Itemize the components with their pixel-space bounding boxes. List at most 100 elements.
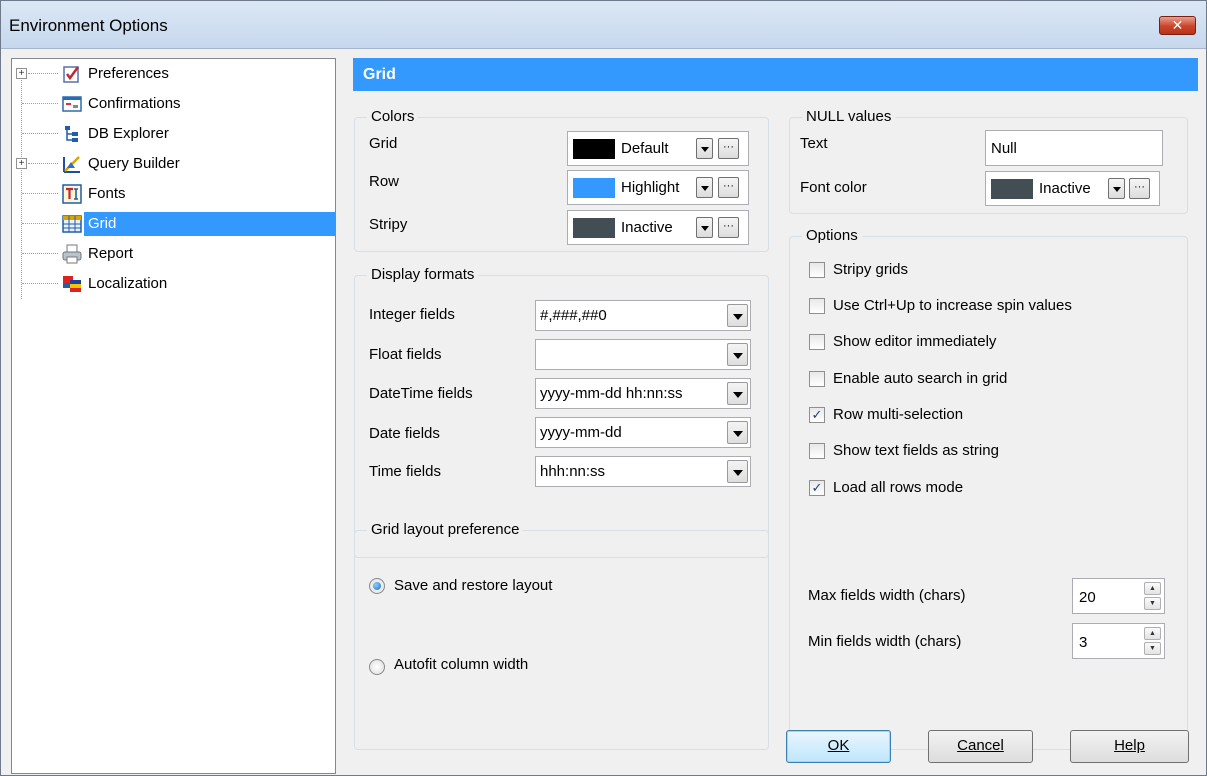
stripy-color-combo[interactable]: Inactive ··· [567,210,749,245]
null-values-group: NULL values Text Null Font color Inactiv… [789,108,1188,214]
tree-item-label: Query Builder [88,155,180,172]
date-fields-combo[interactable]: yyyy-mm-dd [535,417,751,448]
checkbox-label[interactable]: Load all rows mode [833,479,963,496]
tree-branch-line [22,223,58,224]
dropdown-button[interactable] [727,343,748,366]
row-color-combo[interactable]: Highlight ··· [567,170,749,205]
options-tree[interactable]: + Preferences Confirmations DB Explorer … [11,58,336,774]
spin-value: 20 [1079,589,1096,606]
dropdown-button[interactable] [696,177,713,198]
close-button[interactable]: ✕ [1159,16,1196,35]
stripy-grids-checkbox[interactable] [809,262,825,278]
spin-down-button[interactable]: ▼ [1144,597,1161,610]
integer-fields-combo[interactable]: #,###,##0 [535,300,751,331]
combo-value: hhh:nn:ss [540,463,606,480]
ellipsis-button[interactable]: ··· [1129,178,1150,199]
title-bar: Environment Options ✕ [1,1,1206,49]
cancel-button-label: Cancel [957,737,1004,754]
autofit-column-width-radio[interactable] [369,659,385,675]
dropdown-button[interactable] [727,382,748,405]
checkbox-label[interactable]: Use Ctrl+Up to increase spin values [833,297,1072,314]
row-color-label: Row [369,173,400,190]
help-button-label: Help [1114,737,1145,754]
save-restore-layout-radio[interactable] [369,578,385,594]
dropdown-button[interactable] [727,460,748,483]
tree-item-localization[interactable]: Localization [12,269,335,299]
autofit-column-width-label[interactable]: Autofit column width [394,656,528,673]
tree-item-label: Localization [88,275,168,292]
grid-layout-group: Grid layout preference Save and restore … [354,521,769,750]
dropdown-button[interactable] [727,421,748,444]
tree-item-report[interactable]: Report [12,239,335,269]
spin-value: 3 [1079,634,1088,651]
font-color-label: Font color [800,179,867,196]
expand-icon[interactable]: + [16,68,27,79]
row-multi-selection-checkbox[interactable]: ✓ [809,407,825,423]
spin-up-button[interactable]: ▲ [1144,582,1161,595]
ellipsis-button[interactable]: ··· [718,138,739,159]
display-formats-group: Display formats Integer fields #,###,##0… [354,266,769,558]
time-fields-combo[interactable]: hhh:nn:ss [535,456,751,487]
color-swatch [573,178,615,198]
tree-item-preferences[interactable]: + Preferences [12,59,335,89]
ok-button-label: OK [827,737,850,754]
cancel-button[interactable]: Cancel [928,730,1033,763]
null-text-field[interactable]: Null [985,130,1163,166]
dropdown-button[interactable] [1108,178,1125,199]
datetime-fields-combo[interactable]: yyyy-mm-dd hh:nn:ss [535,378,751,409]
spin-down-button[interactable]: ▼ [1144,642,1161,655]
text-fields-as-string-checkbox[interactable] [809,443,825,459]
tree-item-confirmations[interactable]: Confirmations [12,89,335,119]
load-all-rows-checkbox[interactable]: ✓ [809,480,825,496]
float-fields-combo[interactable] [535,339,751,370]
dropdown-button[interactable] [696,217,713,238]
tree-branch-line [28,163,58,164]
min-fields-width-spin[interactable]: 3 ▲ ▼ [1072,623,1165,659]
checkbox-label[interactable]: Row multi-selection [833,406,963,423]
save-restore-layout-label[interactable]: Save and restore layout [394,577,552,594]
tree-item-fonts[interactable]: Fonts [12,179,335,209]
ctrl-up-spin-checkbox[interactable] [809,298,825,314]
checkbox-label[interactable]: Stripy grids [833,261,908,278]
null-font-color-combo[interactable]: Inactive ··· [985,171,1160,206]
grid-icon [62,215,82,233]
dropdown-button[interactable] [696,138,713,159]
help-button[interactable]: Help [1070,730,1189,763]
display-formats-group-title: Display formats [367,266,479,283]
report-icon [62,244,82,264]
tree-item-label: Preferences [88,65,169,82]
spin-up-button[interactable]: ▲ [1144,627,1161,640]
expand-icon[interactable]: + [16,158,27,169]
checkbox-label[interactable]: Show text fields as string [833,442,999,459]
tree-branch-line [22,283,58,284]
max-fields-width-spin[interactable]: 20 ▲ ▼ [1072,578,1165,614]
chevron-down-icon [700,147,709,152]
tree-branch-line [28,73,58,74]
color-name: Highlight [621,179,680,196]
grid-color-combo[interactable]: Default ··· [567,131,749,166]
dropdown-button[interactable] [727,304,748,327]
grid-layout-group-title: Grid layout preference [367,521,524,538]
color-swatch [573,139,615,159]
combo-value: yyyy-mm-dd hh:nn:ss [540,385,683,402]
ellipsis-button[interactable]: ··· [718,217,739,238]
options-group-title: Options [802,227,862,244]
checkbox-label[interactable]: Enable auto search in grid [833,370,1007,387]
tree-branch-line [22,133,58,134]
localization-icon [63,276,81,292]
show-editor-immediately-checkbox[interactable] [809,334,825,350]
checkbox-label[interactable]: Show editor immediately [833,333,996,350]
tree-branch-line [22,103,58,104]
tree-item-query-builder[interactable]: + Query Builder [12,149,335,179]
grid-color-label: Grid [369,135,398,152]
ellipsis-button[interactable]: ··· [718,177,739,198]
chevron-down-icon [1112,187,1121,192]
tree-item-db-explorer[interactable]: DB Explorer [12,119,335,149]
chevron-down-icon [732,392,743,398]
ok-button[interactable]: OK [786,730,891,763]
datetime-fields-label: DateTime fields [369,385,473,402]
auto-search-checkbox[interactable] [809,371,825,387]
null-text-label: Text [800,135,828,152]
tree-branch-line [22,253,58,254]
tree-item-grid[interactable]: Grid [12,209,335,239]
